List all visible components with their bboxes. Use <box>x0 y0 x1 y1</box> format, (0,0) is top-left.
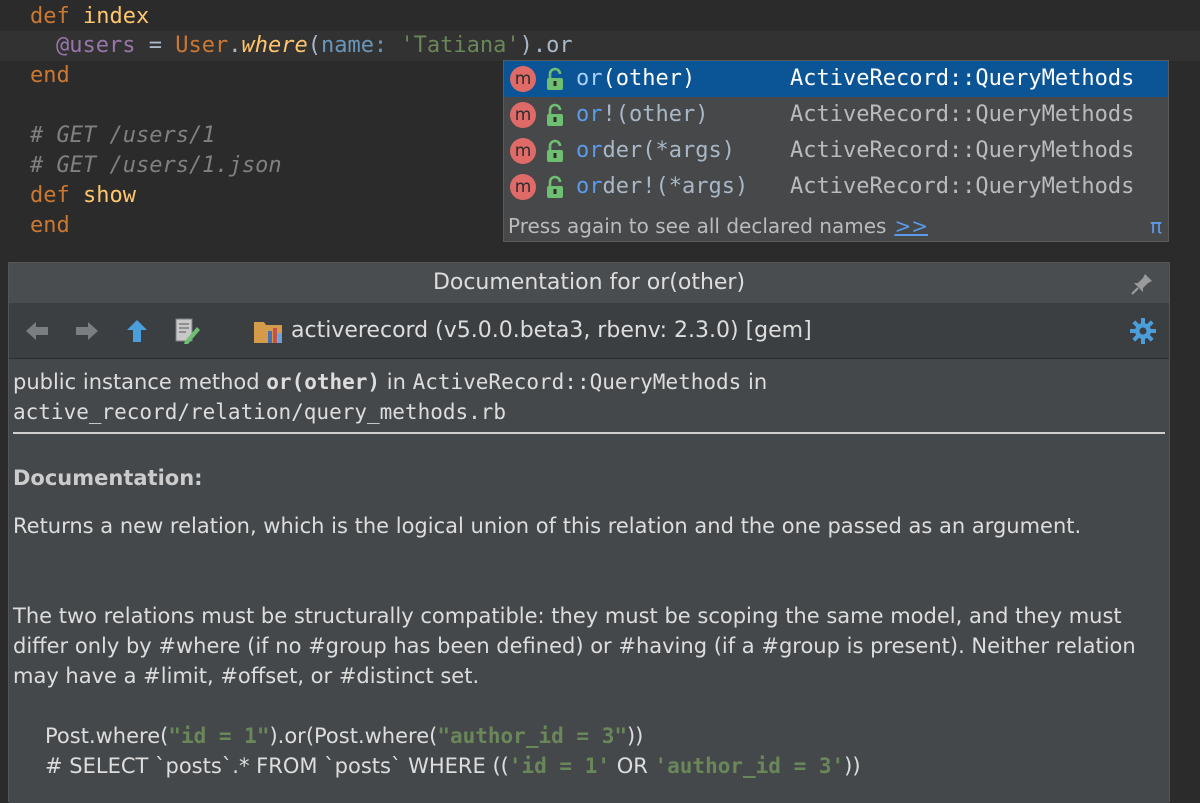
code-line-6[interactable]: # GET /users/1.json <box>30 151 282 181</box>
method-name: index <box>83 4 150 29</box>
code-line-3[interactable]: end <box>30 61 70 91</box>
code-tail: ).or <box>519 33 573 58</box>
completion-item[interactable]: m or!(other) ActiveRecord::QueryMethods <box>504 97 1168 133</box>
example-text: ).or(Post.where( <box>269 724 438 748</box>
keyword: def <box>30 183 70 208</box>
keyword: end <box>30 63 70 88</box>
doc-title-bar[interactable]: Documentation for or(other) <box>9 263 1169 303</box>
comment: # GET /users/1.json <box>30 153 282 178</box>
string-literal: 'Tatiana' <box>400 33 520 58</box>
method-badge-icon: m <box>510 102 536 128</box>
divider <box>13 432 1165 434</box>
constant: User <box>175 33 229 58</box>
edit-source-icon[interactable] <box>173 317 201 345</box>
library-folder-icon <box>254 322 282 343</box>
match-text: or <box>576 174 603 199</box>
example-text: )) <box>626 724 644 748</box>
example-text: )) <box>844 754 861 778</box>
completion-item[interactable]: m or(other) ActiveRecord::QueryMethods <box>504 61 1168 97</box>
documentation-popup[interactable]: Documentation for or(other) activerecord… <box>8 262 1170 803</box>
method-name: show <box>83 183 136 208</box>
completion-item-name: or(other) <box>576 61 695 97</box>
example-text: Post.where( <box>45 724 169 748</box>
doc-section-heading: Documentation: <box>13 466 203 490</box>
example-string: "author_id = 3" <box>437 724 627 748</box>
unlock-icon <box>547 139 563 162</box>
rest-text: (other) <box>602 66 696 91</box>
rest-text: der!(*args) <box>602 174 749 199</box>
sig-in: in <box>741 370 768 394</box>
method-badge-icon: m <box>510 66 536 92</box>
gear-icon[interactable] <box>1129 317 1157 345</box>
unlock-icon <box>547 103 563 126</box>
sig-prefix: public instance method <box>13 370 267 394</box>
doc-title: Documentation for or(other) <box>432 270 746 295</box>
pi-icon[interactable]: π <box>1150 211 1162 241</box>
hint-text: Press again to see all declared names <box>508 214 887 238</box>
completion-item-type: ActiveRecord::QueryMethods <box>790 102 1135 127</box>
sig-class: ActiveRecord::QueryMethods <box>412 370 742 394</box>
pin-icon[interactable] <box>1129 271 1155 297</box>
doc-paragraph: Returns a new relation, which is the log… <box>13 514 1082 538</box>
doc-content: public instance method or(other) in Acti… <box>9 359 1169 803</box>
forward-arrow-icon[interactable] <box>73 317 101 345</box>
doc-paragraph: The two relations must be structurally c… <box>13 604 1136 688</box>
code-example-line: # SELECT `posts`.* FROM `posts` WHERE ((… <box>45 751 861 781</box>
code-line-1[interactable]: def index <box>30 2 149 32</box>
completion-item[interactable]: m order(*args) ActiveRecord::QueryMethod… <box>504 133 1168 169</box>
code-line-8[interactable]: end <box>30 211 70 241</box>
sig-method-name: or(other) <box>266 370 381 394</box>
method-badge-icon: m <box>510 174 536 200</box>
rest-text: der(*args) <box>602 138 735 163</box>
completion-item-type: ActiveRecord::QueryMethods <box>790 66 1135 91</box>
example-text: OR <box>610 754 655 778</box>
paren: ( <box>307 33 321 58</box>
completion-item-name: or!(other) <box>576 97 708 133</box>
example-string: "id = 1" <box>168 724 270 748</box>
match-text: or <box>576 138 603 163</box>
completion-item-name: order!(*args) <box>576 169 748 205</box>
doc-signature: public instance method or(other) in Acti… <box>13 367 1163 427</box>
back-arrow-icon[interactable] <box>23 317 51 345</box>
match-text: or <box>576 102 603 127</box>
example-text: # SELECT `posts`.* FROM `posts` WHERE (( <box>45 754 509 778</box>
completion-item-type: ActiveRecord::QueryMethods <box>790 174 1135 199</box>
show-all-link[interactable]: >> <box>894 214 928 238</box>
symbol-key: name: <box>320 33 388 58</box>
completion-item[interactable]: m order!(*args) ActiveRecord::QueryMetho… <box>504 169 1168 205</box>
code-example-line: Post.where("id = 1").or(Post.where("auth… <box>45 721 643 751</box>
up-arrow-icon[interactable] <box>123 317 151 345</box>
method-call: where <box>241 33 308 58</box>
keyword: def <box>30 4 70 29</box>
completion-item-name: order(*args) <box>576 133 735 169</box>
doc-toolbar: activerecord (v5.0.0.beta3, rbenv: 2.3.0… <box>9 304 1169 359</box>
unlock-icon <box>547 67 563 90</box>
comment: # GET /users/1 <box>30 123 216 148</box>
match-text: or <box>576 66 603 91</box>
rest-text: !(other) <box>602 102 709 127</box>
completion-item-type: ActiveRecord::QueryMethods <box>790 138 1135 163</box>
code-line-7[interactable]: def show <box>30 181 136 211</box>
example-string: 'id = 1' <box>508 754 611 778</box>
operator: = <box>135 33 176 58</box>
keyword: end <box>30 213 70 238</box>
unlock-icon <box>547 175 563 198</box>
instance-variable: @users <box>56 33 136 58</box>
example-string: 'author_id = 3' <box>654 754 845 778</box>
code-line-2[interactable]: @users = User.where(name: 'Tatiana').or <box>56 31 573 61</box>
completion-popup[interactable]: m or(other) ActiveRecord::QueryMethods m… <box>503 60 1169 242</box>
dot: . <box>228 33 242 58</box>
completion-hint: Press again to see all declared names >> <box>508 211 928 241</box>
method-badge-icon: m <box>510 138 536 164</box>
code-line-5[interactable]: # GET /users/1 <box>30 121 215 151</box>
sig-file-path: active_record/relation/query_methods.rb <box>13 400 507 424</box>
sig-in: in <box>380 370 413 394</box>
library-name: activerecord (v5.0.0.beta3, rbenv: 2.3.0… <box>291 318 812 343</box>
